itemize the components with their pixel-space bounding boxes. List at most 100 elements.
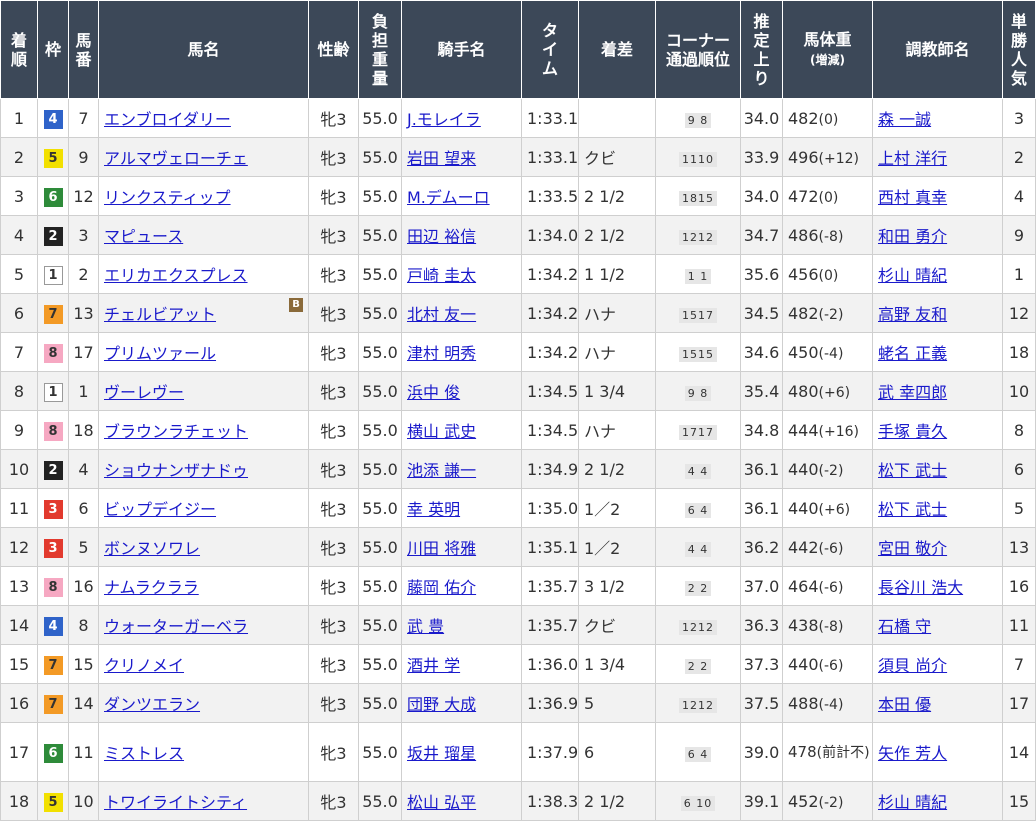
jockey-link[interactable]: 池添 謙一 bbox=[407, 461, 476, 480]
jockey-link[interactable]: M.デムーロ bbox=[407, 188, 490, 207]
horse-name-link[interactable]: ヴーレヴー bbox=[104, 383, 184, 402]
corner-cell: 1212 bbox=[655, 215, 741, 255]
corner-cell: 6 4 bbox=[655, 488, 741, 528]
horse-name-link[interactable]: ショウナンザナドゥ bbox=[104, 461, 248, 480]
trainer-link[interactable]: 和田 勇介 bbox=[878, 227, 947, 246]
sex-age-cell: 牝3 bbox=[308, 527, 359, 567]
horse-weight-value: 452 bbox=[788, 791, 819, 811]
trainer-link[interactable]: 石橋 守 bbox=[878, 617, 931, 636]
weight-cell: 55.0 bbox=[358, 605, 402, 645]
rank-cell: 13 bbox=[0, 566, 38, 606]
trainer-link[interactable]: 須貝 尚介 bbox=[878, 656, 947, 675]
trainer-link[interactable]: 杉山 晴紀 bbox=[878, 266, 947, 285]
jockey-link[interactable]: 川田 将雅 bbox=[407, 539, 476, 558]
horse-name-link[interactable]: エリカエクスプレス bbox=[104, 266, 248, 285]
time-cell: 1:37.9 bbox=[521, 722, 579, 782]
table-row: 11 3 6 ビップデイジー 牝3 55.0 幸 英明 1:35.0 1／2 6 4 36.1 440… bbox=[0, 488, 1036, 528]
horse-name-link[interactable]: エンブロイダリー bbox=[104, 110, 231, 129]
last3f-cell: 37.3 bbox=[740, 644, 783, 684]
horse-name-link[interactable]: リンクスティップ bbox=[104, 188, 231, 207]
jockey-link[interactable]: 田辺 裕信 bbox=[407, 227, 476, 246]
corner-cell: 1212 bbox=[655, 605, 741, 645]
trainer-link[interactable]: 高野 友和 bbox=[878, 305, 947, 324]
horse-name-link[interactable]: プリムツァール bbox=[104, 344, 216, 363]
jockey-link[interactable]: 武 豊 bbox=[407, 617, 444, 636]
corner-cell: 1815 bbox=[655, 176, 741, 216]
trainer-link[interactable]: 矢作 芳人 bbox=[878, 744, 947, 763]
waku-cell: 1 bbox=[37, 371, 69, 411]
horse-name-link[interactable]: ウォーターガーベラ bbox=[104, 617, 248, 636]
horse-name-link[interactable]: ダンツエラン bbox=[104, 695, 200, 714]
horse-weight-value: 482 bbox=[788, 108, 819, 128]
trainer-link[interactable]: 上村 洋行 bbox=[878, 149, 947, 168]
trainer-link[interactable]: 松下 武士 bbox=[878, 500, 947, 519]
horse-name-cell: クリノメイ bbox=[98, 644, 309, 684]
jockey-link[interactable]: 酒井 学 bbox=[407, 656, 460, 675]
corner-positions: 6 4 bbox=[684, 502, 712, 518]
time-cell: 1:34.5 bbox=[521, 371, 579, 411]
rank-cell: 16 bbox=[0, 683, 38, 723]
horse-name-link[interactable]: ミストレス bbox=[104, 744, 184, 763]
trainer-link[interactable]: 武 幸四郎 bbox=[878, 383, 947, 402]
last3f-cell: 39.1 bbox=[740, 781, 783, 821]
weight-cell: 55.0 bbox=[358, 371, 402, 411]
horse-name-link[interactable]: ビップデイジー bbox=[104, 500, 216, 519]
weight-cell: 55.0 bbox=[358, 566, 402, 606]
jockey-cell: 坂井 瑠星 bbox=[401, 722, 522, 782]
time-cell: 1:35.7 bbox=[521, 566, 579, 606]
time-cell: 1:35.0 bbox=[521, 488, 579, 528]
jockey-cell: 北村 友一 bbox=[401, 293, 522, 333]
trainer-link[interactable]: 宮田 敬介 bbox=[878, 539, 947, 558]
waku-badge: 2 bbox=[43, 460, 63, 480]
jockey-cell: 岩田 望来 bbox=[401, 137, 522, 177]
horse-name-link[interactable]: アルマヴェローチェ bbox=[104, 149, 248, 168]
jockey-link[interactable]: 岩田 望来 bbox=[407, 149, 476, 168]
corner-positions: 4 4 bbox=[684, 463, 712, 479]
horse-name-link[interactable]: ボンヌソワレ bbox=[104, 539, 200, 558]
jockey-link[interactable]: J.モレイラ bbox=[407, 110, 481, 129]
corner-positions: 9 8 bbox=[684, 385, 712, 401]
umaban-cell: 15 bbox=[68, 644, 99, 684]
jockey-link[interactable]: 幸 英明 bbox=[407, 500, 460, 519]
corner-positions: 6 10 bbox=[680, 795, 716, 811]
jockey-link[interactable]: 団野 大成 bbox=[407, 695, 476, 714]
umaban-cell: 2 bbox=[68, 254, 99, 294]
horse-weight-cell: 482(-2) bbox=[782, 293, 873, 333]
jockey-link[interactable]: 坂井 瑠星 bbox=[407, 744, 476, 763]
trainer-link[interactable]: 杉山 晴紀 bbox=[878, 793, 947, 812]
horse-name-link[interactable]: クリノメイ bbox=[104, 656, 184, 675]
trainer-link[interactable]: 手塚 貴久 bbox=[878, 422, 947, 441]
margin-cell: 1 1/2 bbox=[578, 254, 656, 294]
jockey-link[interactable]: 横山 武史 bbox=[407, 422, 476, 441]
horse-weight-diff: (0) bbox=[818, 267, 839, 284]
trainer-cell: 西村 真幸 bbox=[872, 176, 1003, 216]
trainer-link[interactable]: 蛯名 正義 bbox=[878, 344, 947, 363]
last3f-cell: 36.1 bbox=[740, 488, 783, 528]
jockey-link[interactable]: 浜中 俊 bbox=[407, 383, 460, 402]
horse-name-link[interactable]: ブラウンラチェット bbox=[104, 422, 248, 441]
horse-name-link[interactable]: ナムラクララ bbox=[104, 578, 199, 597]
weight-cell: 55.0 bbox=[358, 215, 402, 255]
jockey-link[interactable]: 戸崎 圭太 bbox=[407, 266, 476, 285]
umaban-cell: 14 bbox=[68, 683, 99, 723]
horse-name-link[interactable]: チェルビアット bbox=[104, 305, 216, 324]
jockey-link[interactable]: 北村 友一 bbox=[407, 305, 476, 324]
horse-weight-value: 496 bbox=[788, 147, 819, 167]
trainer-link[interactable]: 西村 真幸 bbox=[878, 188, 947, 207]
jockey-link[interactable]: 藤岡 佑介 bbox=[407, 578, 476, 597]
horse-weight-cell: 440(-2) bbox=[782, 449, 873, 489]
trainer-link[interactable]: 本田 優 bbox=[878, 695, 931, 714]
trainer-link[interactable]: 松下 武士 bbox=[878, 461, 947, 480]
trainer-cell: 武 幸四郎 bbox=[872, 371, 1003, 411]
trainer-link[interactable]: 長谷川 浩大 bbox=[878, 578, 963, 597]
horse-name-cell: トワイライトシティ bbox=[98, 781, 309, 821]
trainer-link[interactable]: 森 一誠 bbox=[878, 110, 931, 129]
jockey-link[interactable]: 津村 明秀 bbox=[407, 344, 476, 363]
horse-name-link[interactable]: マピュース bbox=[104, 227, 183, 246]
jockey-link[interactable]: 松山 弘平 bbox=[407, 793, 476, 812]
horse-weight-cell: 478(前計不) bbox=[782, 722, 873, 782]
waku-badge: 2 bbox=[43, 226, 63, 246]
horse-weight-value: 440 bbox=[788, 498, 819, 518]
header-horse-weight: 馬体重 (増減) bbox=[782, 0, 873, 99]
horse-name-link[interactable]: トワイライトシティ bbox=[104, 793, 247, 812]
